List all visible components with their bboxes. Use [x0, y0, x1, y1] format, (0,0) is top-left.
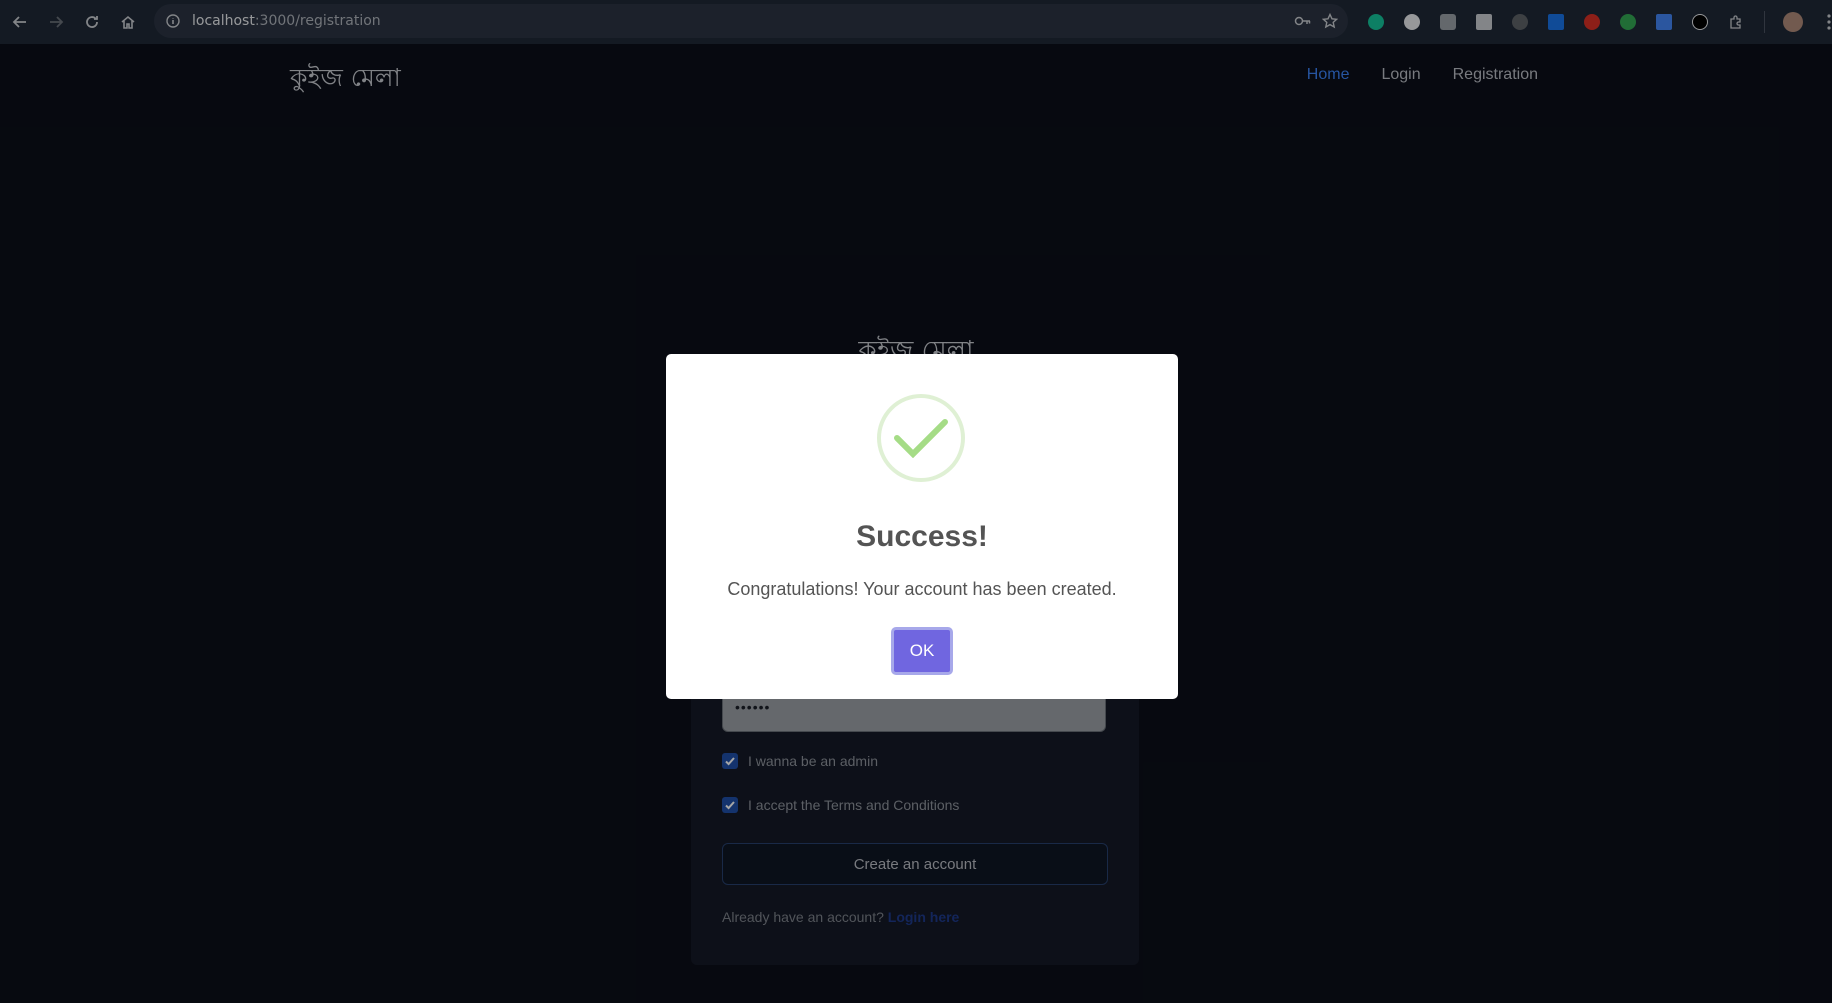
success-dialog: Success! Congratulations! Your account h… [666, 354, 1178, 699]
modal-backdrop[interactable]: Success! Congratulations! Your account h… [0, 0, 1832, 1003]
dialog-message: Congratulations! Your account has been c… [727, 579, 1117, 599]
success-check-icon [877, 394, 965, 482]
dialog-title: Success! [856, 520, 988, 553]
ok-button[interactable]: OK [891, 627, 953, 675]
